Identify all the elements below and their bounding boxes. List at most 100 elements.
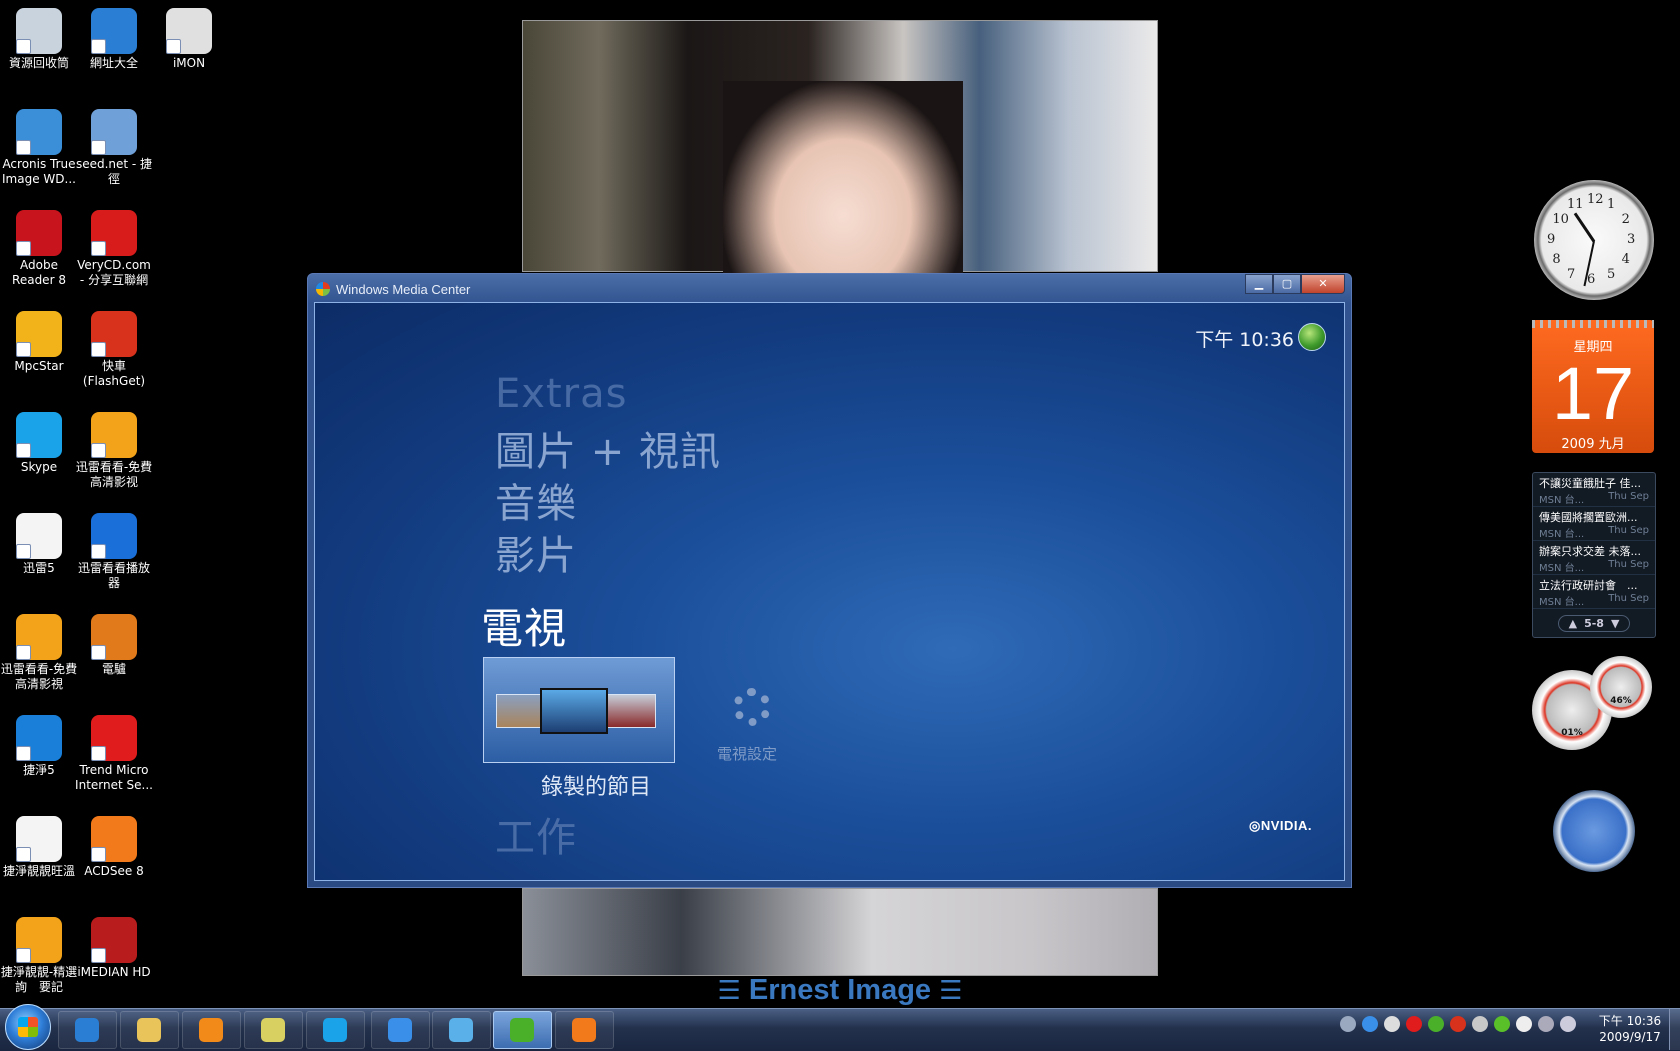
feed-headlines-gadget[interactable]: 不讓災童餓肚子 佳... MSN 台... Thu Sep 傳美國將擱置歐洲... MS…	[1532, 472, 1656, 638]
media-center-start-icon[interactable]	[1298, 323, 1326, 351]
desktop-icon-label: 網址大全	[89, 56, 138, 70]
minimize-button[interactable]: ▁	[1245, 274, 1273, 294]
taskbar-task-icon	[388, 1018, 412, 1042]
maximize-button[interactable]: ▢	[1273, 274, 1301, 294]
windows-flag-icon	[18, 1017, 38, 1037]
taskbar-folder-button[interactable]	[244, 1011, 303, 1049]
desktop-icon[interactable]: 網址大全	[75, 4, 153, 71]
desktop-icon[interactable]: ACDSee 8	[75, 812, 153, 879]
wallpaper-photo-bottom	[522, 888, 1158, 976]
tray-safely-remove-icon[interactable]	[1472, 1016, 1488, 1032]
desktop-icon[interactable]: seed.net - 捷徑	[75, 105, 153, 187]
desktop-icon[interactable]: MpcStar	[0, 307, 78, 374]
desktop-icon[interactable]: 資源回收筒	[0, 4, 78, 71]
menu-item-tv[interactable]: 電視	[481, 595, 567, 656]
memory-meter-gauge[interactable]: 46%	[1590, 656, 1652, 718]
desktop-icon[interactable]: 迅雷看看播放器	[75, 509, 153, 591]
desktop-icon[interactable]: iMEDIAN HD	[75, 913, 153, 980]
volume-knob-gadget[interactable]	[1553, 790, 1635, 872]
start-button[interactable]	[5, 1004, 51, 1050]
desktop-icon[interactable]: Adobe Reader 8	[0, 206, 78, 288]
tray-user-icon[interactable]	[1340, 1016, 1356, 1032]
window-titlebar[interactable]: Windows Media Center	[316, 279, 470, 299]
desktop-icon[interactable]: 迅雷看看-免費高清影視	[0, 610, 78, 692]
clock-numeral: 12	[1587, 192, 1604, 207]
menu-item-music[interactable]: 音樂	[495, 471, 577, 529]
desktop-icon[interactable]: 快車 (FlashGet)	[75, 307, 153, 389]
feed-item[interactable]: 辦案只求交差 未落... MSN 台... Thu Sep	[1533, 541, 1655, 575]
adobe-reader-icon	[16, 210, 62, 256]
taskbar-ie-button[interactable]	[58, 1011, 117, 1049]
desktop-icon-label: VeryCD.com - 分享互聯網	[77, 258, 151, 287]
clock-numeral: 10	[1552, 212, 1569, 227]
taskbar-acdsee-button[interactable]	[555, 1011, 614, 1049]
acdsee-icon	[91, 816, 137, 862]
desktop-icon-label: 迅雷看看-免費高清影視	[0, 662, 78, 691]
clock-numeral: 3	[1627, 232, 1636, 247]
tray-imon-icon[interactable]	[1384, 1016, 1400, 1032]
clock-gadget[interactable]: 12 1 2 3 4 5 6 7 8 9 10 11	[1534, 180, 1654, 300]
imedian-hd-icon	[91, 917, 137, 963]
taskbar-explorer-button[interactable]	[120, 1011, 179, 1049]
tray-flag-icon[interactable]	[1516, 1016, 1532, 1032]
tray-network-icon[interactable]	[1538, 1016, 1554, 1032]
desktop-icon[interactable]: 捷淨靚靚旺溫	[0, 812, 78, 879]
desktop-icon[interactable]: Skype	[0, 408, 78, 475]
calendar-gadget[interactable]: 星期四 17 2009 九月	[1532, 320, 1654, 453]
media-center-window[interactable]: Windows Media Center ▁ ▢ ✕ 下午 10:36 Extr…	[307, 273, 1352, 888]
desktop-icon[interactable]: Trend Micro Internet Se...	[75, 711, 153, 793]
feed-item-date: Thu Sep	[1608, 559, 1649, 570]
feed-item-date: Thu Sep	[1608, 593, 1649, 604]
tray-trend-micro-icon[interactable]	[1406, 1016, 1422, 1032]
taskbar-media-center-button[interactable]	[493, 1011, 552, 1049]
feed-item-title: 辦案只求交差 未落...	[1539, 545, 1641, 558]
taskbar-task-button[interactable]	[371, 1011, 430, 1049]
gear-icon[interactable]	[733, 688, 771, 726]
desktop-icon[interactable]: Acronis True Image WD...	[0, 105, 78, 187]
recorded-tv-tile[interactable]	[483, 657, 675, 763]
feed-pager-control[interactable]: ▲ 5-8 ▼	[1557, 615, 1631, 632]
wallpaper-photo-top	[522, 20, 1158, 273]
taskbar-ie-icon	[75, 1018, 99, 1042]
desktop-icon[interactable]: 迅雷看看-免費高清影视	[75, 408, 153, 490]
clock-numeral: 5	[1607, 266, 1616, 282]
feed-item-source: MSN 台...	[1539, 597, 1585, 608]
system-tray	[1340, 1016, 1576, 1032]
menu-item-pictures-video[interactable]: 圖片 + 視訊	[495, 419, 721, 477]
taskbar-media-center-icon	[510, 1018, 534, 1042]
desktop-icon[interactable]: iMON	[150, 4, 228, 71]
memory-usage-value: 46%	[1610, 696, 1632, 706]
show-desktop-button[interactable]	[1669, 1009, 1680, 1050]
desktop-icon-label: MpcStar	[14, 359, 64, 373]
menu-item-tasks[interactable]: 工作	[495, 805, 577, 863]
taskbar-messenger-button[interactable]	[432, 1011, 491, 1049]
tray-flashget-icon[interactable]	[1450, 1016, 1466, 1032]
media-center-clock: 下午 10:36	[1195, 329, 1294, 351]
calendar-rings	[1532, 320, 1654, 328]
menu-item-extras[interactable]: Extras	[495, 371, 627, 417]
tray-security-icon[interactable]	[1428, 1016, 1444, 1032]
imon-icon	[166, 8, 212, 54]
desktop-icon[interactable]: 捷淨靚靚-精選詢 要記	[0, 913, 78, 995]
taskbar-skype-button[interactable]	[306, 1011, 365, 1049]
tray-messenger-icon[interactable]	[1494, 1016, 1510, 1032]
menu-item-movies[interactable]: 影片	[495, 523, 577, 581]
feed-prev-button[interactable]: ▲	[1569, 617, 1577, 630]
desktop-icon[interactable]: 迅雷5	[0, 509, 78, 576]
taskbar-media-player-button[interactable]	[182, 1011, 241, 1049]
flashget-icon	[91, 311, 137, 357]
feed-next-button[interactable]: ▼	[1611, 617, 1619, 630]
close-button[interactable]: ✕	[1301, 274, 1345, 294]
desktop-icon[interactable]: VeryCD.com - 分享互聯網	[75, 206, 153, 288]
taskbar-clock[interactable]: 下午 10:36 2009/9/17	[1588, 1013, 1672, 1045]
tray-task-icon[interactable]	[1362, 1016, 1378, 1032]
desktop-icon[interactable]: 捷淨5	[0, 711, 78, 778]
tray-volume-icon[interactable]	[1560, 1016, 1576, 1032]
tv-settings-label[interactable]: 電視設定	[717, 743, 777, 764]
feed-item[interactable]: 立法行政研討會 ... MSN 台... Thu Sep	[1533, 575, 1655, 609]
taskbar-folder-icon	[261, 1018, 285, 1042]
media-center-client: 下午 10:36 Extras 圖片 + 視訊 音樂 影片 電視 錄製的節目 電…	[314, 302, 1345, 881]
feed-item[interactable]: 傳美國將擱置歐洲... MSN 台... Thu Sep	[1533, 507, 1655, 541]
feed-item[interactable]: 不讓災童餓肚子 佳... MSN 台... Thu Sep	[1533, 473, 1655, 507]
desktop-icon[interactable]: 電驢	[75, 610, 153, 677]
